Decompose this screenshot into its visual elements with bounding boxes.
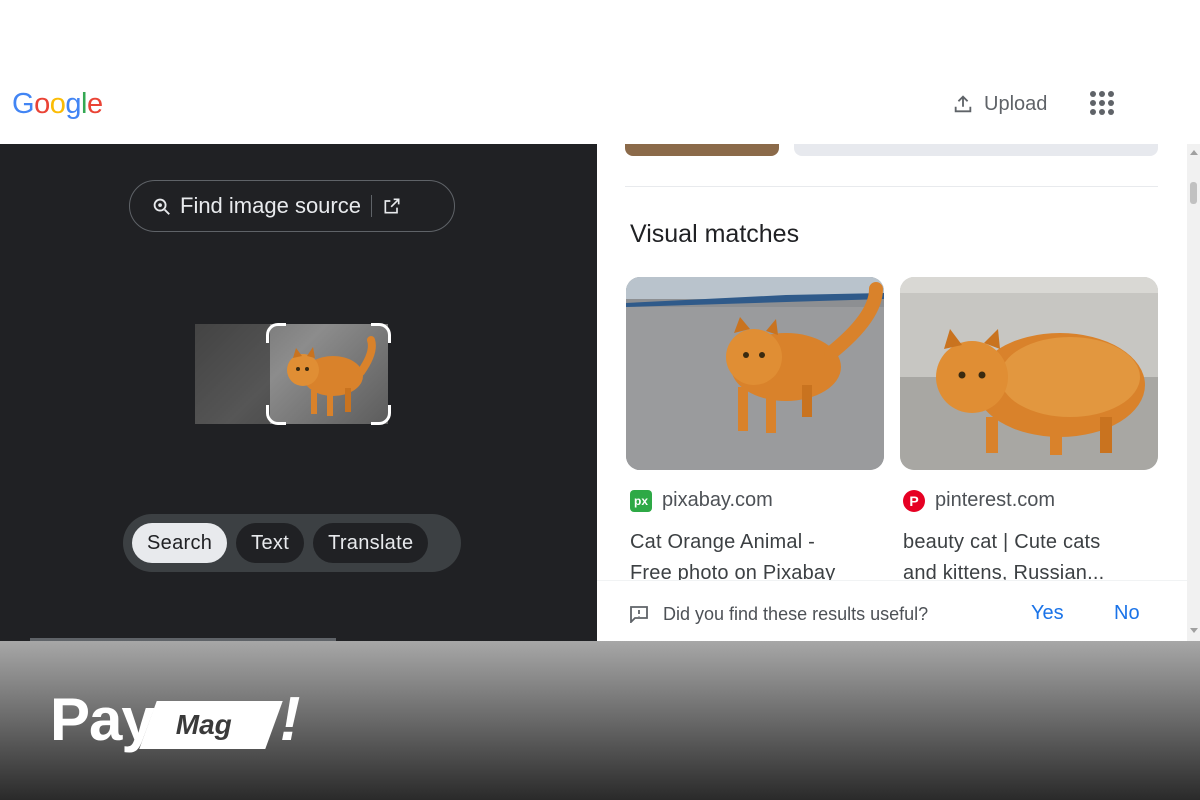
open-in-new-icon	[384, 198, 400, 214]
logo-mag-text: Mag	[175, 709, 232, 740]
upload-icon	[954, 95, 972, 113]
scroll-thumb[interactable]	[1190, 182, 1197, 204]
crop-dim-overlay	[195, 324, 270, 424]
result-image-card[interactable]	[626, 277, 884, 470]
find-image-source-label: Find image source	[180, 193, 361, 218]
logo-exclamation-text: !	[279, 684, 301, 754]
scroll-up-arrow-icon[interactable]	[1190, 150, 1198, 155]
result-title-line: beauty cat | Cute cats	[903, 531, 1101, 553]
logo-pay-text: Pay	[50, 685, 155, 753]
image-preview-pane: Find image source Search Text Translate	[0, 144, 597, 641]
pixabay-favicon-icon: px	[630, 489, 652, 512]
header-bar: Google Upload	[0, 0, 1200, 144]
logo-letter: o	[49, 88, 66, 120]
search-mode-selector: Search Text Translate	[123, 514, 461, 572]
result-source[interactable]: P pinterest.com	[903, 489, 1055, 512]
divider	[370, 195, 372, 217]
section-divider	[625, 186, 1158, 187]
results-scrollbar[interactable]	[1187, 144, 1200, 641]
logo-letter: g	[65, 88, 81, 120]
result-image-card[interactable]	[900, 277, 1158, 470]
crop-selection-handle[interactable]	[266, 323, 391, 425]
result-source[interactable]: px pixabay.com	[630, 489, 773, 512]
logo-mag-badge: Mag	[139, 701, 283, 749]
previous-result-image[interactable]	[794, 144, 1158, 156]
feedback-yes-button[interactable]: Yes	[1031, 602, 1064, 625]
logo-letter: o	[34, 88, 50, 120]
feedback-question: Did you find these results useful?	[663, 604, 929, 624]
logo-letter: e	[86, 88, 103, 120]
scroll-down-arrow-icon[interactable]	[1190, 628, 1198, 633]
result-source-domain: pixabay.com	[662, 489, 773, 511]
cat-image	[626, 277, 884, 470]
pinterest-favicon-icon: P	[903, 489, 925, 512]
find-image-source-button[interactable]: Find image source	[129, 180, 455, 232]
feedback-icon	[630, 606, 648, 623]
mode-text-button[interactable]: Text	[236, 523, 305, 563]
apps-grid-icon[interactable]	[1090, 91, 1114, 115]
google-logo[interactable]: Google	[12, 88, 103, 121]
mode-search-button[interactable]: Search	[132, 523, 228, 563]
lens-search-icon	[153, 198, 170, 215]
branding-banner: Pay Mag !	[0, 641, 1200, 800]
visual-matches-heading: Visual matches	[630, 220, 800, 248]
upload-label: Upload	[984, 92, 1048, 115]
feedback-no-button[interactable]: No	[1114, 602, 1140, 625]
logo-letter: G	[12, 88, 35, 120]
feedback-bar: Did you find these results useful? Yes N…	[597, 580, 1187, 641]
results-pane: Visual matches px pixabay.com P pinteres…	[597, 144, 1200, 641]
cat-image	[900, 277, 1158, 470]
previous-result-image[interactable]	[625, 144, 779, 156]
mode-translate-button[interactable]: Translate	[313, 523, 429, 563]
upload-button[interactable]: Upload	[952, 88, 1047, 120]
result-title-line: Cat Orange Animal -	[630, 531, 815, 553]
page: Google Upload Find image source Search T…	[0, 0, 1200, 800]
result-source-domain: pinterest.com	[935, 489, 1056, 511]
paymag-logo: Pay Mag !	[50, 679, 300, 759]
